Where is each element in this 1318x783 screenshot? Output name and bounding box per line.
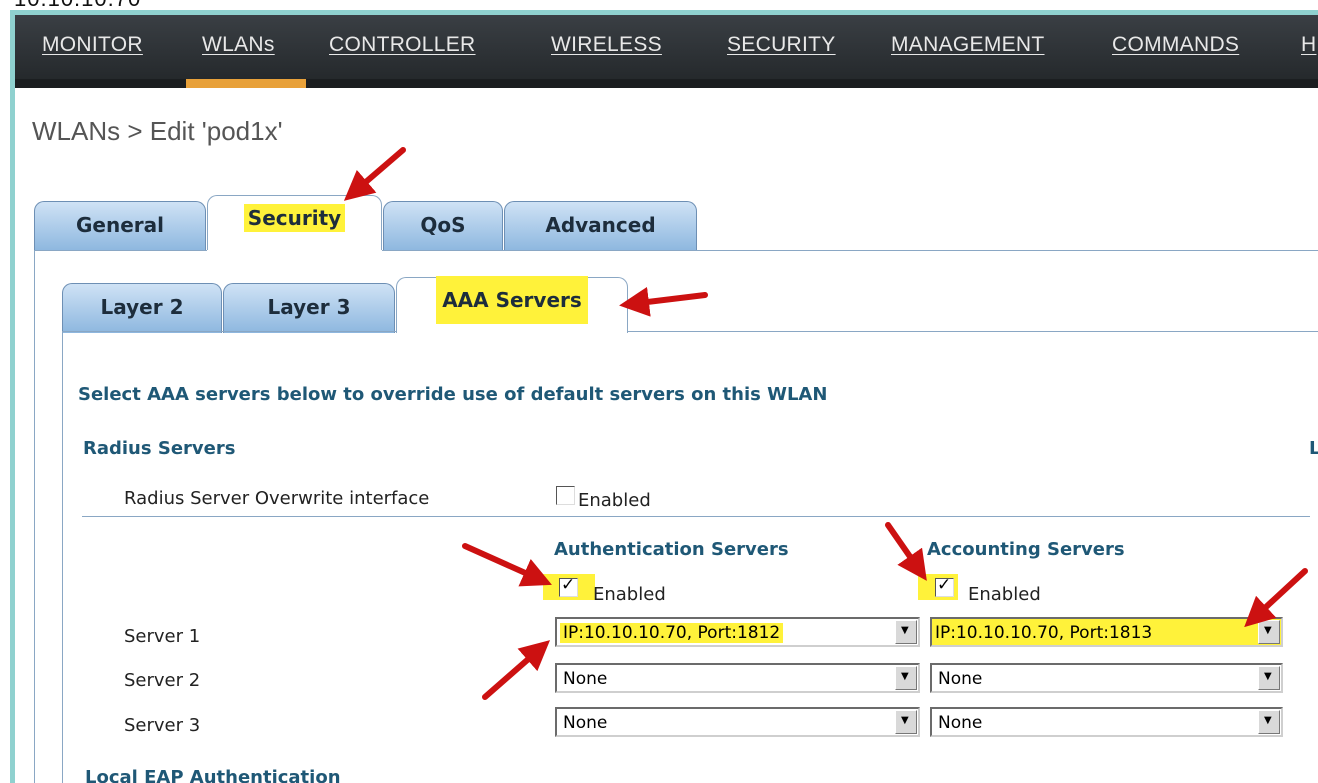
top-strip-text: 10.10.10.70 [14, 0, 141, 10]
arrow-server1-acct [1244, 568, 1308, 628]
arrow-server1-auth [482, 640, 551, 700]
arrow-acct-enabled [885, 522, 927, 581]
annotation-arrows [343, 147, 1308, 700]
arrow-aaa-tab [619, 286, 708, 317]
top-strip: 10.10.10.70 [0, 0, 1318, 10]
browser-frame: MONITOR WLANs CONTROLLER WIRELESS SECURI… [10, 10, 1318, 783]
arrow-auth-enabled [462, 543, 552, 587]
arrow-security-tab [343, 147, 406, 201]
